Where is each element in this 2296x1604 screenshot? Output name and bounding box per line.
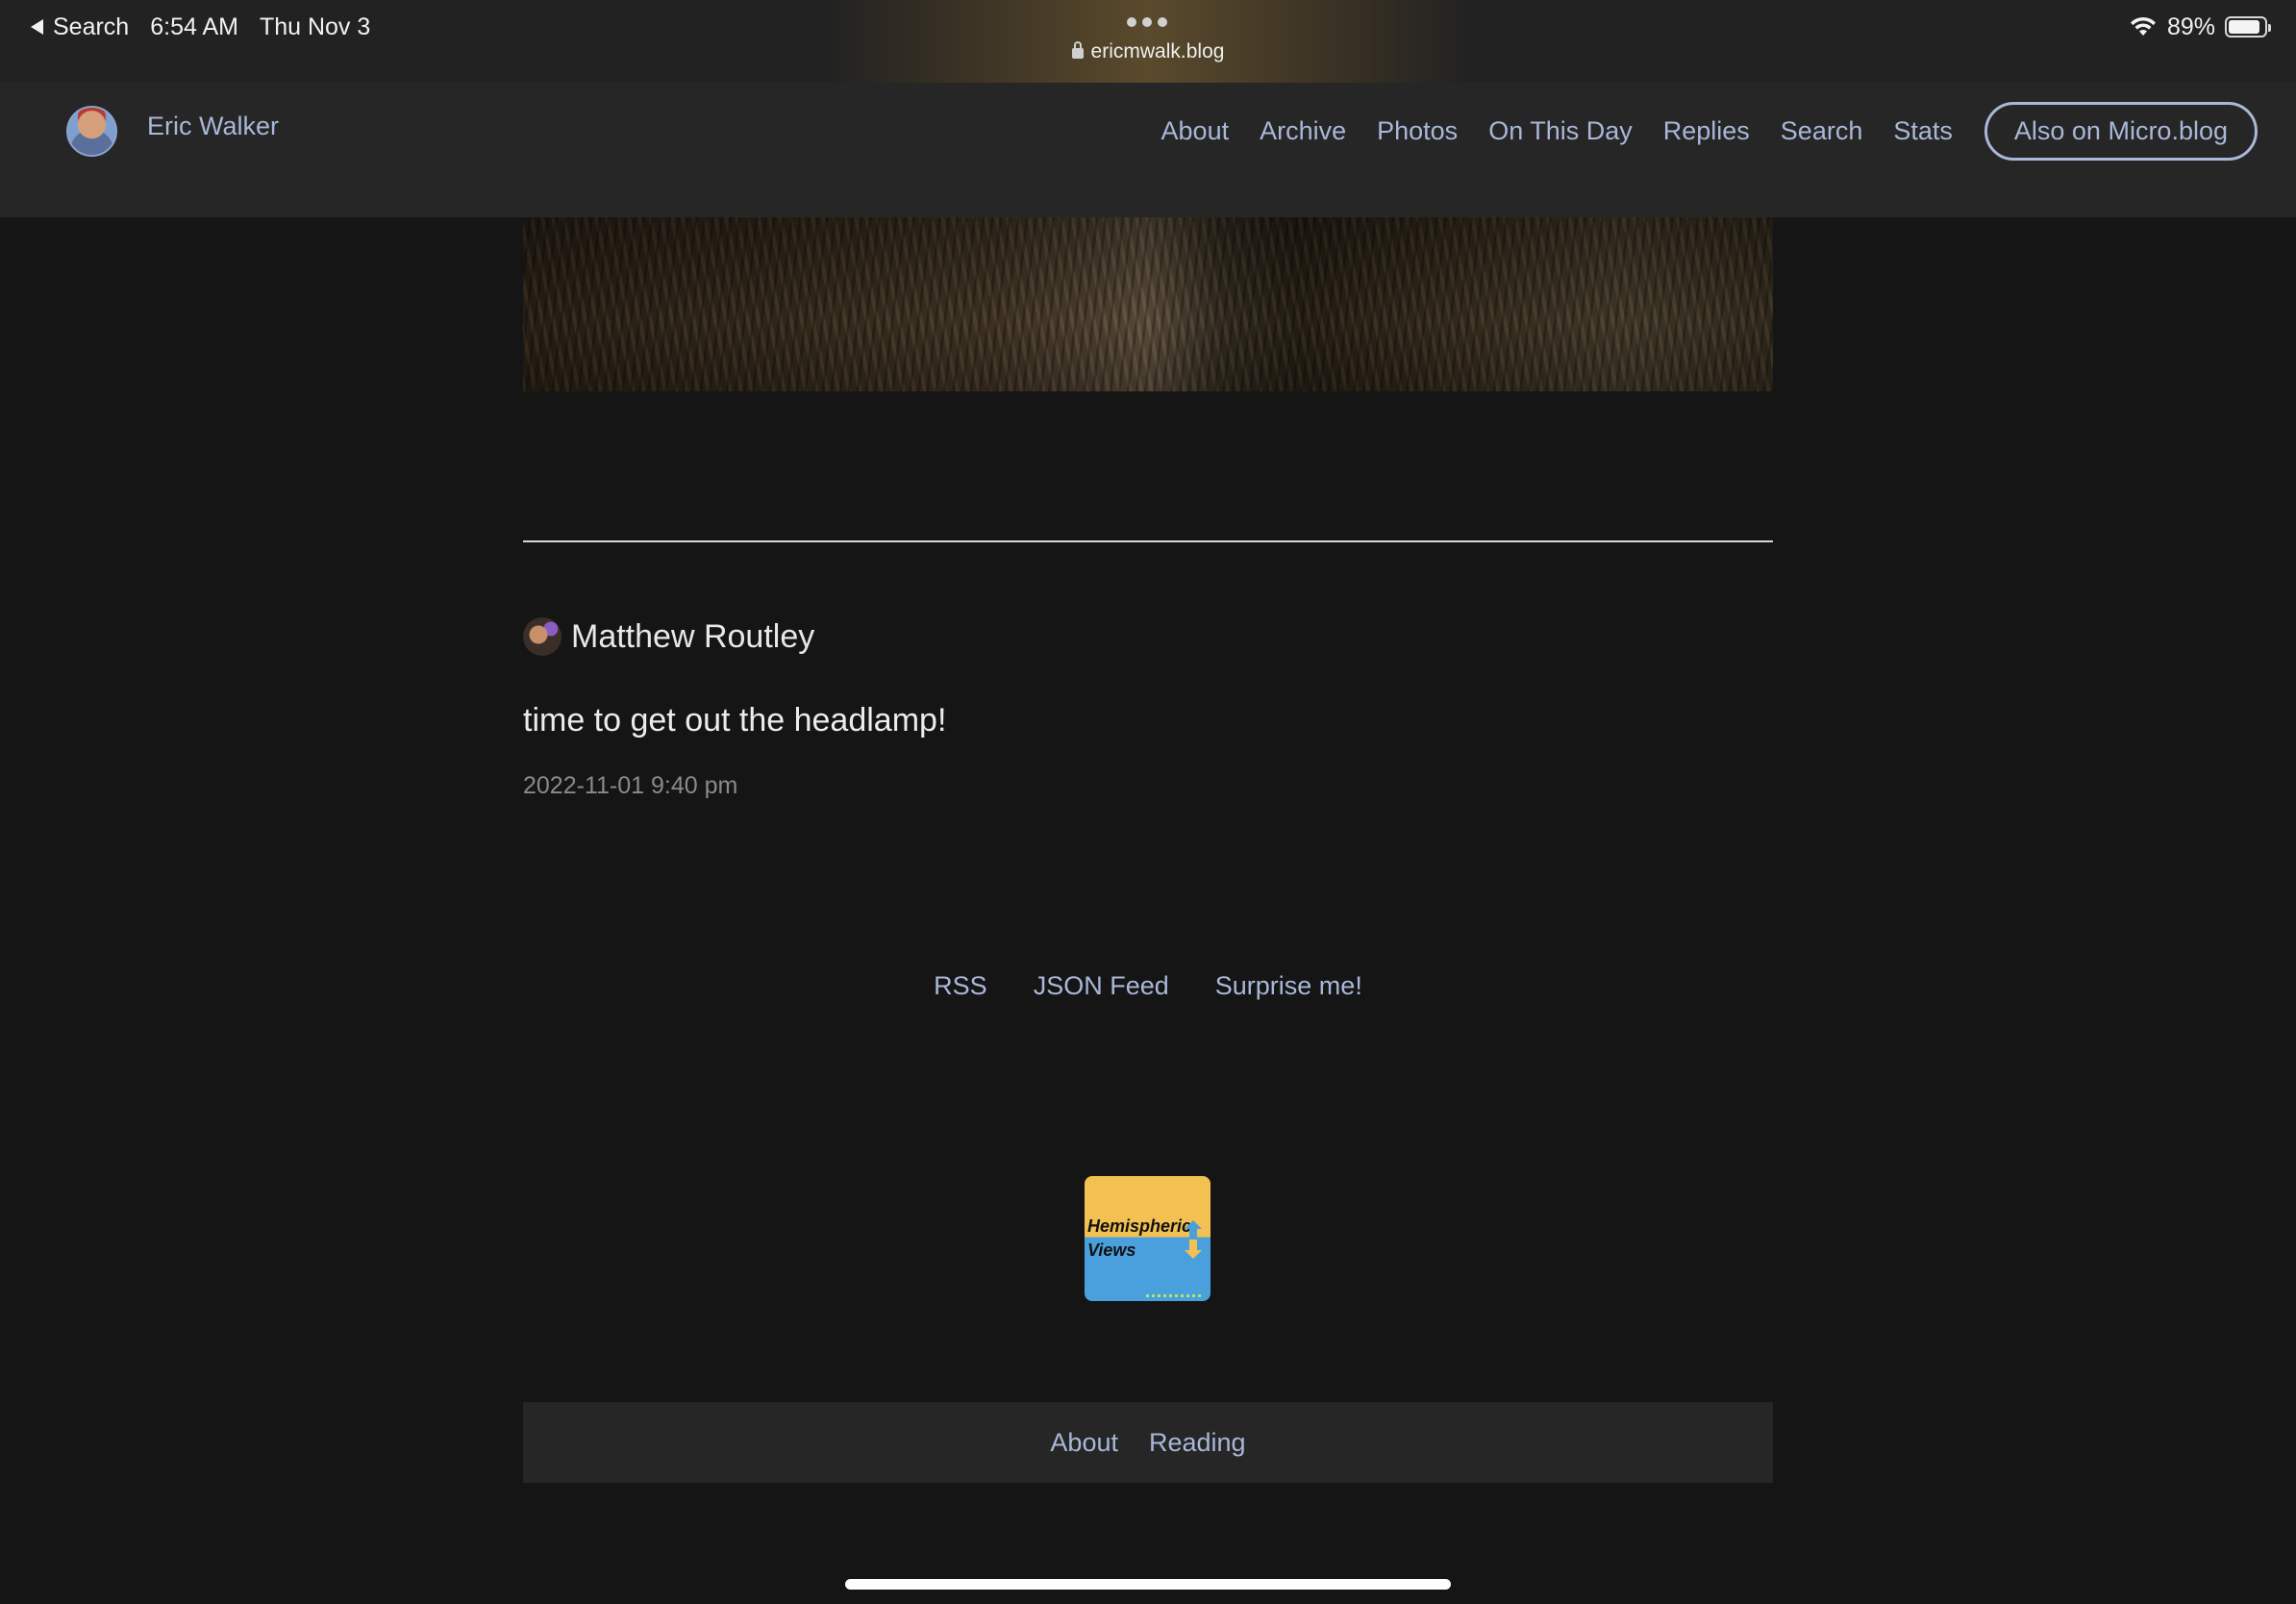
wifi-icon [2130, 16, 2156, 36]
reply-author: Matthew Routley [523, 617, 814, 656]
status-right: 89% [2129, 8, 2271, 46]
bottom-nav-about[interactable]: About [1050, 1428, 1118, 1458]
back-to-search-button[interactable]: Search [31, 13, 129, 41]
author-name: Matthew Routley [571, 617, 815, 655]
badge-text: Hemispheric Views [1087, 1215, 1191, 1263]
json-feed-link[interactable]: JSON Feed [1034, 971, 1169, 1001]
avatar[interactable] [66, 106, 117, 157]
surprise-me-link[interactable]: Surprise me! [1215, 971, 1362, 1001]
main-nav: About Archive Photos On This Day Replies… [1131, 98, 2258, 163]
reply-date-link[interactable]: 2022-11-01 9:40 pm [523, 772, 737, 800]
battery-icon [2225, 16, 2271, 38]
nav-photos[interactable]: Photos [1377, 116, 1458, 146]
also-on-microblog-button[interactable]: Also on Micro.blog [1984, 101, 2258, 161]
post-photo[interactable] [523, 217, 1773, 391]
nav-archive[interactable]: Archive [1260, 116, 1346, 146]
bottom-nav: About Reading [523, 1402, 1773, 1483]
badge-arrows-icon [1185, 1220, 1202, 1259]
nav-replies[interactable]: Replies [1663, 116, 1750, 146]
url-text: ericmwalk.blog [1090, 40, 1225, 63]
nav-stats[interactable]: Stats [1893, 116, 1953, 146]
address-bar[interactable]: ericmwalk.blog [0, 40, 2296, 63]
badge-line1: Hemispheric [1087, 1216, 1192, 1236]
rss-link[interactable]: RSS [934, 971, 987, 1001]
bottom-nav-reading[interactable]: Reading [1149, 1428, 1246, 1458]
divider [523, 540, 1773, 542]
battery-fill [2229, 20, 2260, 34]
home-indicator[interactable] [845, 1579, 1451, 1590]
footer-links: RSS JSON Feed Surprise me! [0, 971, 2296, 1001]
more-dots-icon[interactable] [1127, 17, 1167, 27]
status-date: Thu Nov 3 [259, 13, 371, 40]
status-bar: Search 6:54 AM Thu Nov 3 ericmwalk.blog … [0, 0, 2296, 83]
back-arrow-icon [31, 19, 43, 35]
reply-text: time to get out the headlamp! [523, 702, 947, 739]
hemispheric-views-badge[interactable]: Hemispheric Views [1085, 1176, 1210, 1301]
lock-icon [1071, 41, 1084, 59]
site-title[interactable]: Eric Walker [147, 112, 279, 141]
nav-search[interactable]: Search [1781, 116, 1863, 146]
nav-on-this-day[interactable]: On This Day [1488, 116, 1633, 146]
author-avatar[interactable] [523, 617, 562, 656]
site-header: Eric Walker About Archive Photos On This… [0, 83, 2296, 217]
battery-percent: 89% [2166, 13, 2215, 40]
back-label: Search [53, 13, 130, 40]
status-time: 6:54 AM [150, 13, 238, 40]
badge-line2: Views [1087, 1241, 1136, 1260]
page: Search 6:54 AM Thu Nov 3 ericmwalk.blog … [0, 0, 2296, 1604]
nav-about[interactable]: About [1161, 116, 1230, 146]
